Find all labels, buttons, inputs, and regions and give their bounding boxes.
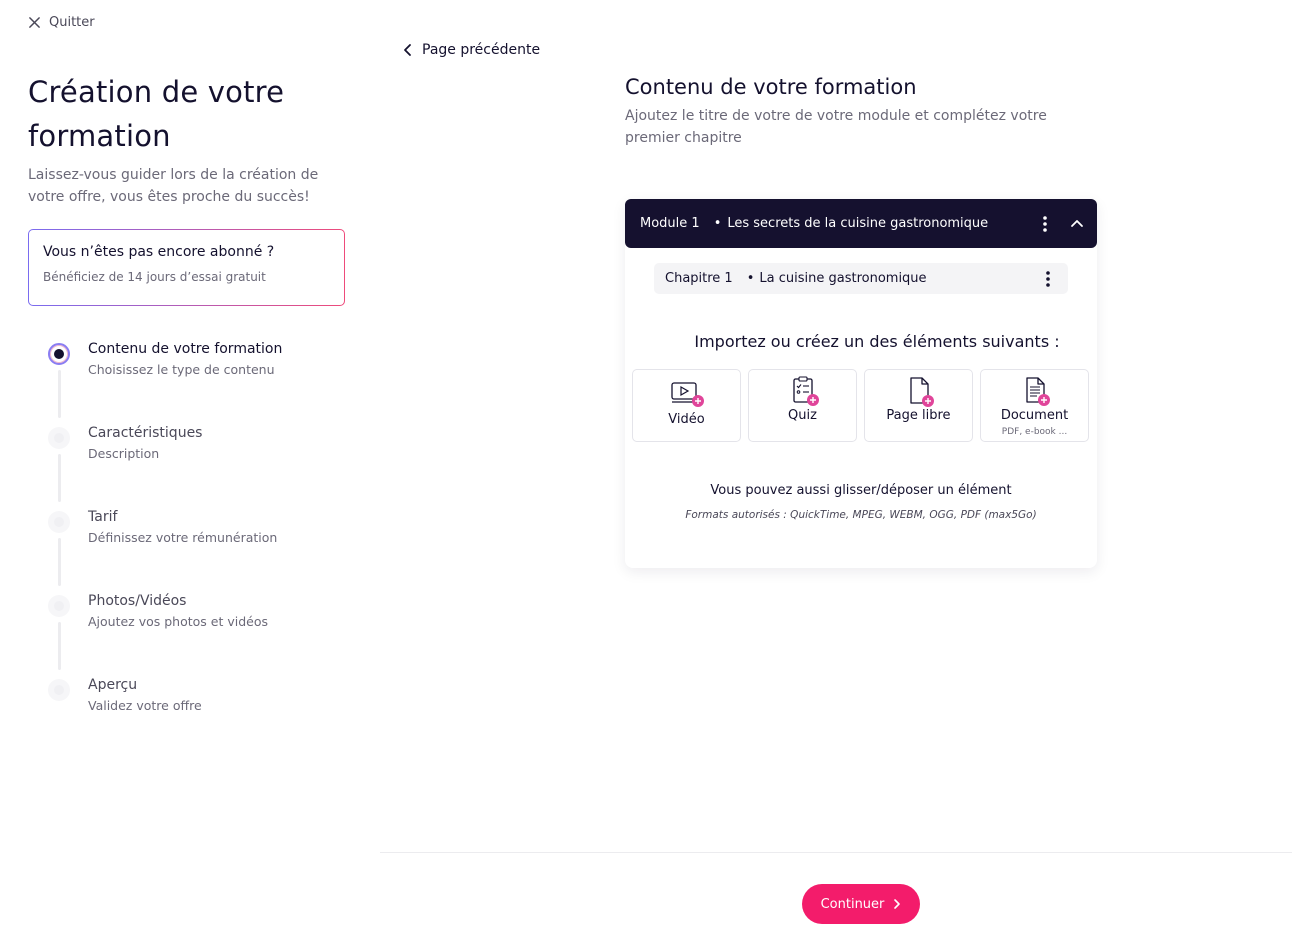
step-label: Contenu de votre formation <box>88 341 283 357</box>
tile-page-libre[interactable]: Page libre <box>864 369 973 442</box>
module-separator: • <box>713 216 722 231</box>
allowed-formats: Formats autorisés : QuickTime, MPEG, WEB… <box>685 509 1037 521</box>
step-tarif[interactable]: Tarif Définissez votre rémunération <box>48 508 348 592</box>
step-label: Caractéristiques <box>88 425 203 441</box>
tile-label: Page libre <box>886 408 951 423</box>
step-contenu[interactable]: Contenu de votre formation Choisissez le… <box>48 340 348 424</box>
page-title: Création de votre formation <box>28 75 285 153</box>
step-label: Photos/Vidéos <box>88 593 187 609</box>
quit-button[interactable]: Quitter <box>28 15 95 30</box>
step-connector <box>58 622 61 670</box>
section-title: Contenu de votre formation <box>625 75 917 99</box>
import-title: Importez ou créez un des éléments suivan… <box>694 332 1060 351</box>
chevron-up-icon[interactable] <box>1069 216 1085 230</box>
step-indicator <box>48 427 70 449</box>
trial-promo-card[interactable]: Vous n’êtes pas encore abonné ? Bénéfici… <box>28 229 345 306</box>
drag-drop-hint: Vous pouvez aussi glisser/déposer un élé… <box>710 483 1012 498</box>
step-photos-videos[interactable]: Photos/Vidéos Ajoutez vos photos et vidé… <box>48 592 348 676</box>
promo-text: Bénéficiez de 14 jours d’essai gratuit <box>43 270 266 284</box>
step-description: Description <box>88 446 160 461</box>
promo-title: Vous n’êtes pas encore abonné ? <box>43 244 275 260</box>
chevron-left-icon <box>404 44 411 56</box>
step-description: Définissez votre rémunération <box>88 530 278 545</box>
more-vertical-icon[interactable] <box>1039 214 1051 234</box>
step-label: Tarif <box>88 509 118 525</box>
module-card: Module 1 • Les secrets de la cuisine gas… <box>625 199 1097 568</box>
step-indicator-active <box>48 343 70 365</box>
step-connector <box>58 454 61 502</box>
close-icon <box>29 17 40 28</box>
chapter-row[interactable]: Chapitre 1 • La cuisine gastronomique <box>654 263 1068 294</box>
chapter-number: Chapitre 1 <box>665 271 733 286</box>
module-header[interactable]: Module 1 • Les secrets de la cuisine gas… <box>625 199 1097 248</box>
tile-hint: PDF, e-book ... <box>1001 427 1068 437</box>
tile-document[interactable]: Document PDF, e-book ... <box>980 369 1089 442</box>
video-add-icon <box>670 382 704 407</box>
page-add-icon <box>909 377 934 407</box>
step-apercu[interactable]: Aperçu Validez votre offre <box>48 676 348 760</box>
step-indicator <box>48 595 70 617</box>
tile-video[interactable]: Vidéo <box>632 369 741 442</box>
step-indicator <box>48 679 70 701</box>
tile-label: Quiz <box>788 408 817 423</box>
back-button[interactable]: Page précédente <box>403 42 540 58</box>
tile-label: Vidéo <box>668 412 705 427</box>
chapter-name: La cuisine gastronomique <box>759 271 927 286</box>
continue-button[interactable]: Continuer <box>802 884 920 924</box>
module-number: Module 1 <box>640 216 700 231</box>
continue-label: Continuer <box>820 896 885 912</box>
page-subtitle: Laissez-vous guider lors de la création … <box>28 167 319 205</box>
element-tiles: Vidéo Quiz Page libre Document PDF, e-bo… <box>632 369 1089 442</box>
footer-divider <box>380 852 1292 853</box>
module-name: Les secrets de la cuisine gastronomique <box>727 216 989 231</box>
chapter-separator: • <box>746 271 755 286</box>
step-connector <box>58 538 61 586</box>
stepper: Contenu de votre formation Choisissez le… <box>48 340 348 760</box>
step-caracteristiques[interactable]: Caractéristiques Description <box>48 424 348 508</box>
step-description: Choisissez le type de contenu <box>88 362 275 377</box>
back-label: Page précédente <box>422 42 541 58</box>
more-vertical-icon[interactable] <box>1042 269 1054 289</box>
step-indicator <box>48 511 70 533</box>
step-description: Validez votre offre <box>88 698 202 713</box>
step-connector <box>58 370 61 418</box>
step-description: Ajoutez vos photos et vidéos <box>88 614 269 629</box>
step-label: Aperçu <box>88 677 138 693</box>
document-add-icon <box>1025 377 1050 406</box>
tile-quiz[interactable]: Quiz <box>748 369 857 442</box>
chevron-right-icon <box>894 899 901 909</box>
quit-label: Quitter <box>49 15 95 30</box>
tile-label: Document <box>1000 408 1069 423</box>
section-subtitle: Ajoutez le titre de votre de votre modul… <box>625 108 1047 146</box>
quiz-add-icon <box>792 376 819 406</box>
